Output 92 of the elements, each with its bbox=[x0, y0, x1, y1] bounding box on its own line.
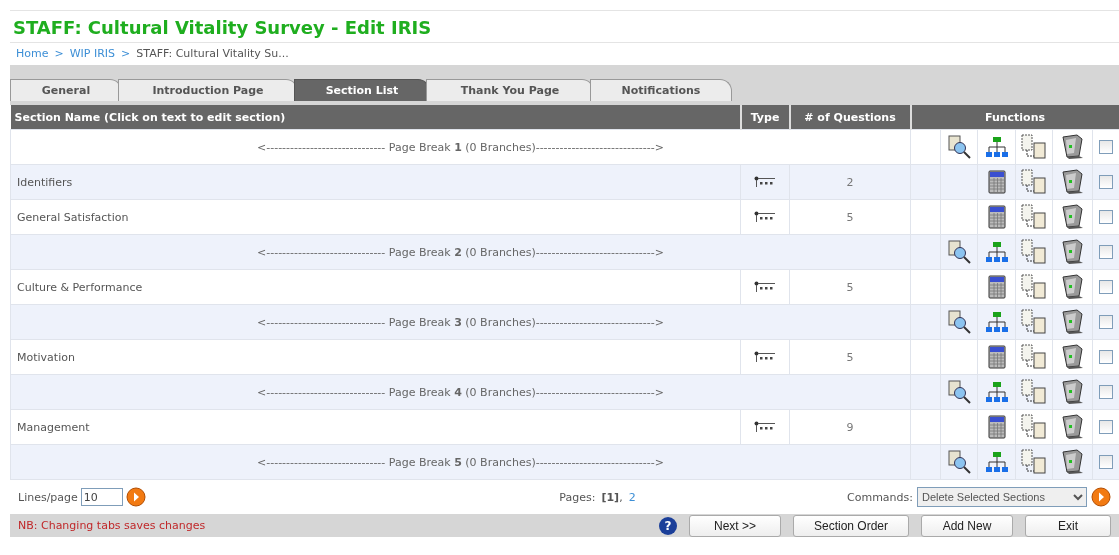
go-icon[interactable] bbox=[125, 487, 146, 507]
page-link[interactable]: 2 bbox=[628, 490, 636, 504]
trash-icon[interactable] bbox=[1060, 344, 1085, 370]
page-break-label: <------------------------------ Page Break 2 (0 Branches)------------------------------> bbox=[257, 245, 664, 259]
action-button[interactable]: Next >> bbox=[689, 514, 781, 537]
action-button[interactable]: Section Order bbox=[793, 514, 909, 537]
page-break-label: <------------------------------ Page Break 1 (0 Branches)------------------------------> bbox=[257, 140, 664, 154]
checkbox[interactable] bbox=[1099, 315, 1113, 329]
notice-text: NB: Changing tabs saves changes bbox=[18, 519, 207, 532]
question-count: 2 bbox=[846, 175, 854, 189]
current-page: [1] bbox=[601, 490, 620, 504]
help-button[interactable]: ? bbox=[659, 516, 677, 535]
checkbox[interactable] bbox=[1099, 455, 1113, 469]
trash-icon[interactable] bbox=[1060, 239, 1085, 265]
copy-icon[interactable] bbox=[1021, 274, 1047, 300]
trash-icon[interactable] bbox=[1060, 379, 1085, 405]
question-count: 5 bbox=[846, 280, 854, 294]
page-break-label: <------------------------------ Page Break 5 (0 Branches)------------------------------> bbox=[257, 455, 664, 469]
checkbox[interactable] bbox=[1099, 210, 1113, 224]
column-header: # of Questions bbox=[789, 105, 911, 130]
commands-dropdown[interactable]: Delete Selected Sections bbox=[917, 487, 1087, 507]
checkbox[interactable] bbox=[1099, 175, 1113, 189]
breadcrumb-current: STAFF: Cultural Vitality Su... bbox=[136, 47, 289, 60]
calculator-icon[interactable] bbox=[987, 345, 1006, 369]
copy-icon[interactable] bbox=[1021, 449, 1047, 475]
question-list-icon bbox=[754, 176, 776, 188]
checkbox[interactable] bbox=[1099, 245, 1113, 259]
tab[interactable]: Notifications bbox=[590, 79, 732, 101]
question-count: 5 bbox=[846, 210, 854, 224]
hierarchy-icon[interactable] bbox=[984, 381, 1009, 403]
breadcrumb-separator: > bbox=[121, 47, 131, 60]
section-name-link[interactable]: Identifiers bbox=[17, 175, 73, 189]
copy-icon[interactable] bbox=[1021, 379, 1047, 405]
section-name-link[interactable]: Culture & Performance bbox=[17, 280, 143, 294]
column-header: Type bbox=[740, 105, 790, 130]
page-break-label: <------------------------------ Page Break 3 (0 Branches)------------------------------> bbox=[257, 315, 664, 329]
hierarchy-icon[interactable] bbox=[984, 136, 1009, 158]
trash-icon[interactable] bbox=[1060, 134, 1085, 160]
page-title: STAFF: Cultural Vitality Survey - Edit IRIS bbox=[10, 11, 1119, 43]
column-header: Functions bbox=[910, 105, 1119, 130]
trash-icon[interactable] bbox=[1060, 274, 1085, 300]
search-icon[interactable] bbox=[947, 450, 971, 474]
calculator-icon[interactable] bbox=[987, 170, 1006, 194]
checkbox[interactable] bbox=[1099, 140, 1113, 154]
column-header: Section Name (Click on text to edit section) bbox=[10, 105, 741, 130]
checkbox[interactable] bbox=[1099, 385, 1113, 399]
hierarchy-icon[interactable] bbox=[984, 241, 1009, 263]
search-icon[interactable] bbox=[947, 380, 971, 404]
question-count: 9 bbox=[846, 420, 854, 434]
trash-icon[interactable] bbox=[1060, 309, 1085, 335]
search-icon[interactable] bbox=[947, 310, 971, 334]
trash-icon[interactable] bbox=[1060, 169, 1085, 195]
calculator-icon[interactable] bbox=[987, 275, 1006, 299]
hierarchy-icon[interactable] bbox=[984, 311, 1009, 333]
action-button[interactable]: Add New bbox=[921, 514, 1013, 537]
question-list-icon bbox=[754, 281, 776, 293]
trash-icon[interactable] bbox=[1060, 414, 1085, 440]
search-icon[interactable] bbox=[947, 135, 971, 159]
breadcrumb-separator: > bbox=[54, 47, 64, 60]
search-icon[interactable] bbox=[947, 240, 971, 264]
checkbox[interactable] bbox=[1099, 280, 1113, 294]
trash-icon[interactable] bbox=[1060, 449, 1085, 475]
lines-per-page-field[interactable]: 10 bbox=[80, 488, 123, 506]
copy-icon[interactable] bbox=[1021, 239, 1047, 265]
copy-icon[interactable] bbox=[1021, 134, 1047, 160]
calculator-icon[interactable] bbox=[987, 415, 1006, 439]
go-icon[interactable] bbox=[1091, 487, 1111, 507]
copy-icon[interactable] bbox=[1021, 344, 1047, 370]
question-list-icon bbox=[754, 211, 776, 223]
commands-label: Commands: bbox=[847, 490, 913, 504]
page-separator: , bbox=[619, 490, 623, 504]
action-button[interactable]: Exit bbox=[1025, 514, 1111, 537]
lines-per-page-label: Lines/page bbox=[18, 490, 78, 504]
copy-icon[interactable] bbox=[1021, 169, 1047, 195]
trash-icon[interactable] bbox=[1060, 204, 1085, 230]
hierarchy-icon[interactable] bbox=[984, 451, 1009, 473]
breadcrumb-link[interactable]: Home bbox=[16, 47, 49, 60]
question-count: 5 bbox=[846, 350, 854, 364]
question-list-icon bbox=[754, 421, 776, 433]
calculator-icon[interactable] bbox=[987, 205, 1006, 229]
section-name-link[interactable]: Motivation bbox=[17, 350, 75, 364]
page-break-label: <------------------------------ Page Break 4 (0 Branches)------------------------------> bbox=[257, 385, 664, 399]
pages-label: Pages: bbox=[559, 490, 596, 504]
copy-icon[interactable] bbox=[1021, 309, 1047, 335]
section-name-link[interactable]: General Satisfaction bbox=[17, 210, 129, 224]
copy-icon[interactable] bbox=[1021, 414, 1047, 440]
section-name-link[interactable]: Management bbox=[17, 420, 90, 434]
question-list-icon bbox=[754, 351, 776, 363]
checkbox[interactable] bbox=[1099, 420, 1113, 434]
copy-icon[interactable] bbox=[1021, 204, 1047, 230]
checkbox[interactable] bbox=[1099, 350, 1113, 364]
breadcrumb-link[interactable]: WIP IRIS bbox=[69, 47, 116, 60]
